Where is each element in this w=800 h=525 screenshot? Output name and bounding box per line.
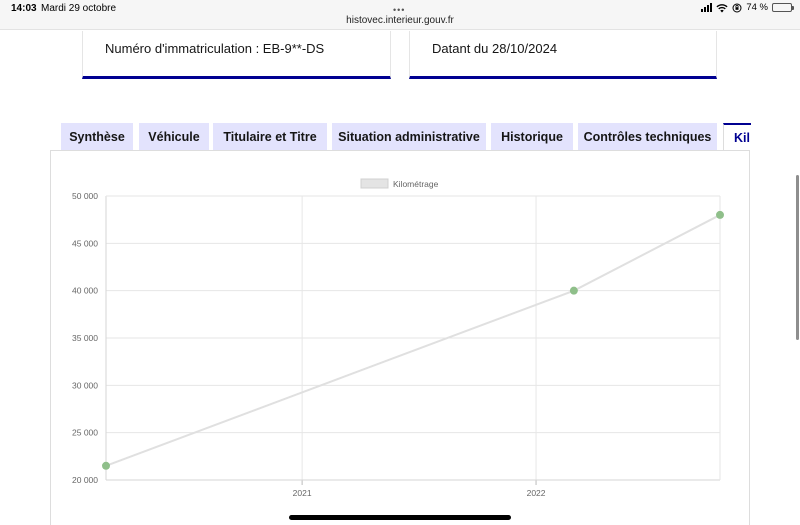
data-point xyxy=(569,286,578,295)
y-tick-label: 50 000 xyxy=(72,191,98,201)
data-point xyxy=(102,461,110,470)
legend-label: Kilométrage xyxy=(393,179,439,189)
legend-swatch xyxy=(360,178,389,189)
y-tick-label: 20 000 xyxy=(72,475,98,485)
x-tick-label: 2021 xyxy=(293,488,312,498)
data-point xyxy=(716,210,724,219)
y-tick-label: 45 000 xyxy=(72,238,98,248)
y-tick-label: 40 000 xyxy=(72,286,98,296)
home-indicator[interactable] xyxy=(289,515,511,520)
series-line-kilometrage xyxy=(105,214,721,467)
mileage-chart: 20 000 25 000 30 000 35 000 40 000 45 000 50 0… xyxy=(72,178,724,498)
y-tick-label: 30 000 xyxy=(72,380,98,390)
y-tick-label: 35 000 xyxy=(72,333,98,343)
x-tick-label: 2022 xyxy=(527,488,546,498)
y-tick-label: 25 000 xyxy=(72,428,98,438)
